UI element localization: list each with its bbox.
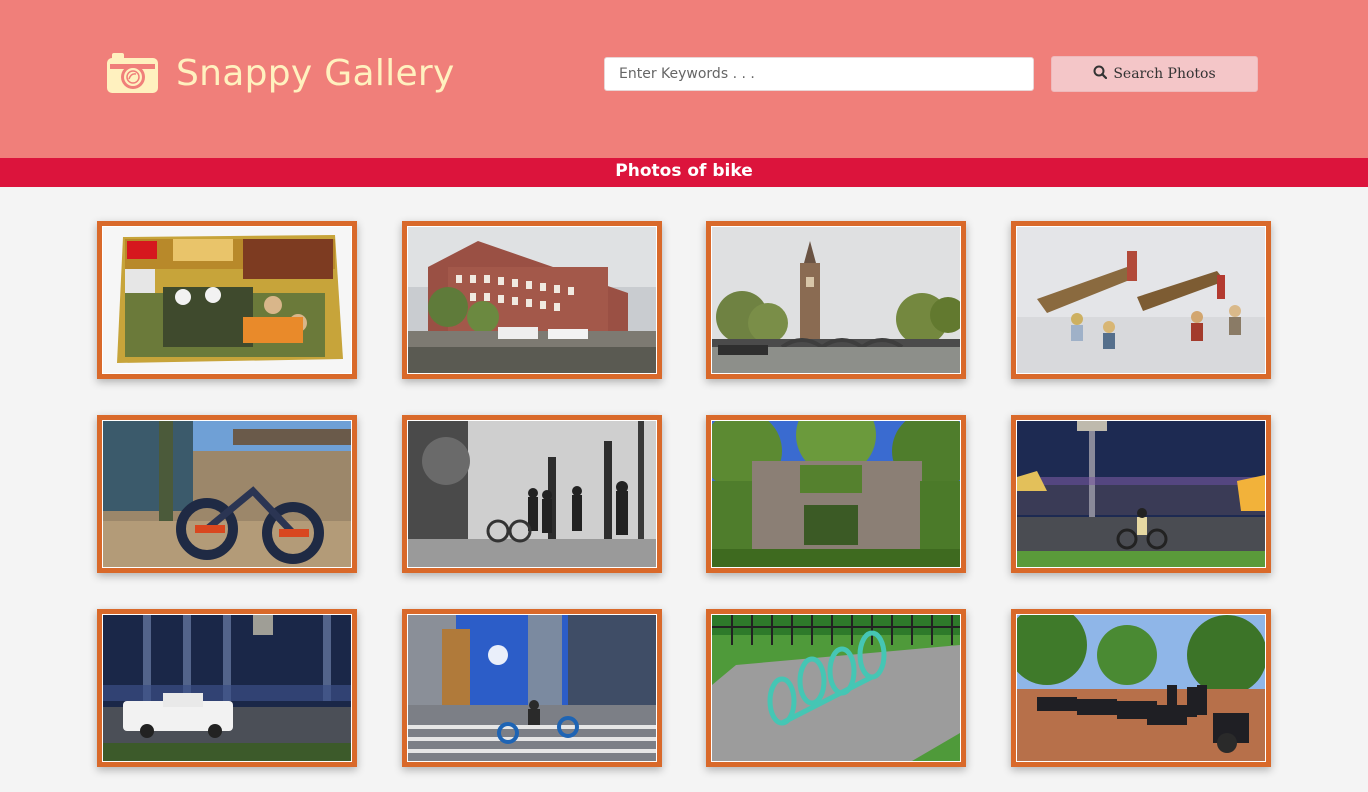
results-banner: Photos of bike [0, 158, 1368, 187]
brand[interactable]: Snappy Gallery [106, 52, 455, 94]
photo-image [103, 227, 351, 373]
photo-lego-star-wars-box[interactable] [97, 221, 357, 379]
photo-image [712, 615, 960, 761]
photo-city-cyclist-skyscrapers[interactable] [402, 609, 662, 767]
photo-image [103, 615, 351, 761]
photo-bw-street-cyclists[interactable] [402, 415, 662, 573]
photo-motorcycles-in-park[interactable] [1011, 609, 1271, 767]
search-icon [1093, 65, 1108, 83]
photo-image [103, 421, 351, 567]
photo-ivy-covered-ruin[interactable] [706, 415, 966, 573]
results-heading: Photos of bike [615, 161, 753, 181]
app-title: Snappy Gallery [176, 52, 455, 94]
photo-image [408, 227, 656, 373]
photo-image [408, 421, 656, 567]
photo-image [408, 615, 656, 761]
photo-lego-speeder-bikes[interactable] [1011, 221, 1271, 379]
photo-graffiti-bike-sculpture[interactable] [97, 415, 357, 573]
page-header: Snappy Gallery Search Photos [0, 0, 1368, 158]
photo-image [1017, 227, 1265, 373]
search-button[interactable]: Search Photos [1051, 56, 1258, 92]
photo-teal-spiral-bike-rack[interactable] [706, 609, 966, 767]
photo-amsterdam-church-tower-bridge[interactable] [706, 221, 966, 379]
photo-image [712, 421, 960, 567]
photo-image [1017, 615, 1265, 761]
photo-night-cyclist-motion-blur[interactable] [1011, 415, 1271, 573]
photo-image [1017, 421, 1265, 567]
camera-icon [106, 52, 159, 94]
search-button-label: Search Photos [1113, 66, 1216, 82]
photo-image [712, 227, 960, 373]
photo-amsterdam-canal-buildings[interactable] [402, 221, 662, 379]
search-input[interactable] [604, 57, 1034, 91]
photo-night-pickup-truck-blur[interactable] [97, 609, 357, 767]
